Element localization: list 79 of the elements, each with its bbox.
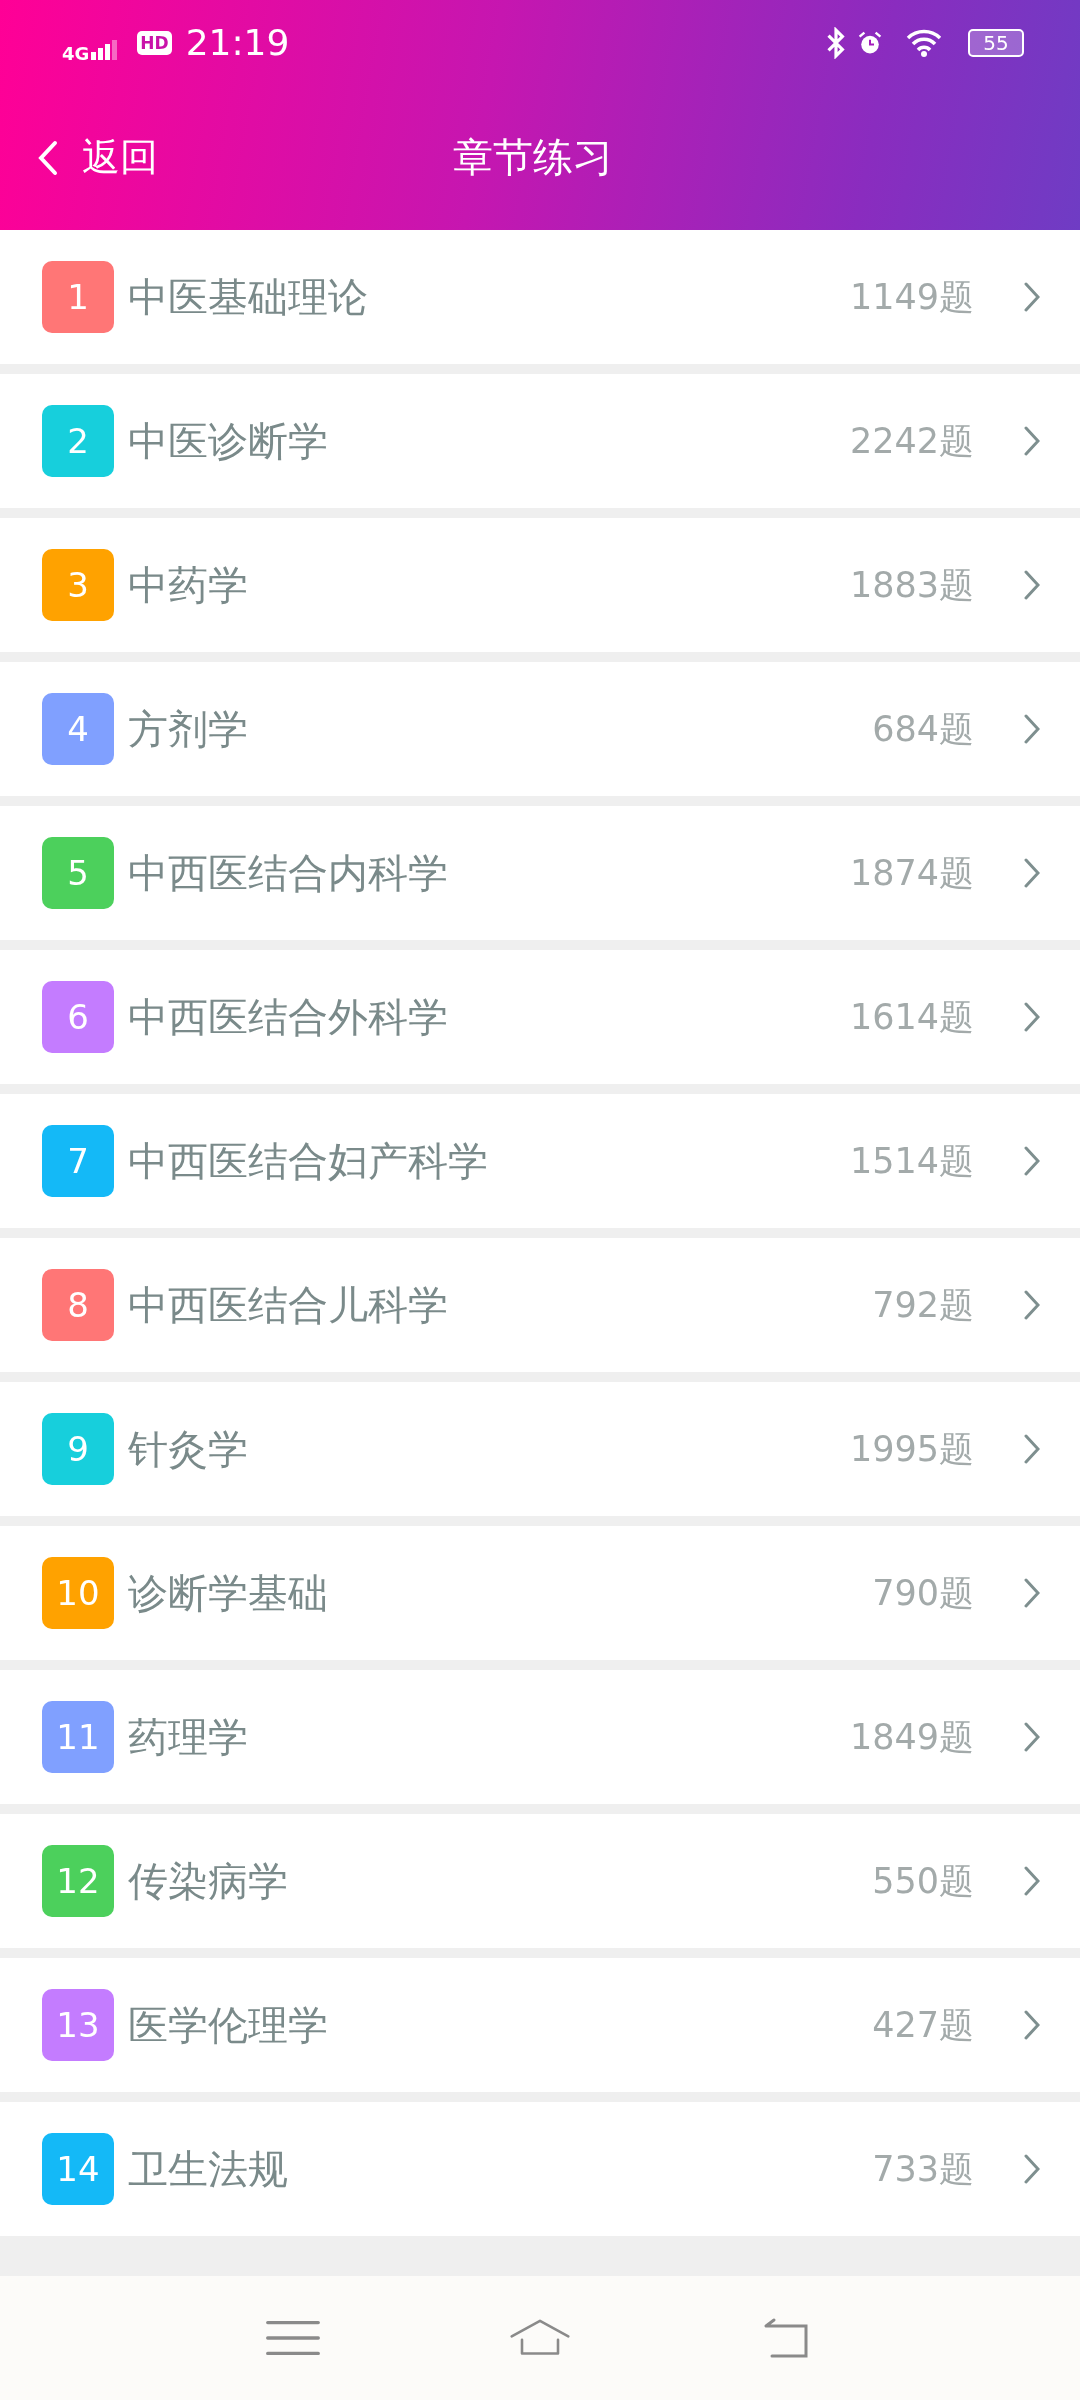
chevron-right-icon <box>1024 1290 1040 1320</box>
chapter-name: 中西医结合外科学 <box>128 992 449 1042</box>
chapter-number: 6 <box>42 981 114 1053</box>
question-count: 1514题 <box>849 1139 974 1183</box>
question-count: 792题 <box>872 1283 974 1327</box>
question-count: 733题 <box>872 2147 974 2191</box>
chapter-name: 方剂学 <box>128 704 249 754</box>
chapter-number: 14 <box>42 2133 114 2205</box>
chevron-right-icon <box>1024 570 1040 600</box>
chapter-item[interactable]: 11 药理学 1849题 <box>0 1670 1080 1804</box>
chapter-number: 5 <box>42 837 114 909</box>
chapter-item[interactable]: 3 中药学 1883题 <box>0 518 1080 652</box>
page-title: 章节练习 <box>453 133 613 182</box>
chapter-item[interactable]: 6 中西医结合外科学 1614题 <box>0 950 1080 1084</box>
chevron-right-icon <box>1024 1578 1040 1608</box>
clock-time: 21:19 <box>185 22 290 63</box>
chapter-name: 中医诊断学 <box>128 416 329 466</box>
network-label: 4G <box>62 43 90 64</box>
wifi-icon <box>906 28 942 57</box>
question-count: 427题 <box>872 2003 974 2047</box>
chapter-item[interactable]: 5 中西医结合内科学 1874题 <box>0 806 1080 940</box>
chapter-number: 2 <box>42 405 114 477</box>
question-count: 1149题 <box>849 275 974 319</box>
chapter-name: 药理学 <box>128 1712 249 1762</box>
chevron-right-icon <box>1024 1146 1040 1176</box>
chapter-number: 12 <box>42 1845 114 1917</box>
chapter-name: 中药学 <box>128 560 249 610</box>
hd-badge: HD <box>137 30 172 55</box>
chapter-number: 8 <box>42 1269 114 1341</box>
battery-indicator: 55 <box>968 28 1024 57</box>
chapter-number: 7 <box>42 1125 114 1197</box>
chapter-item[interactable]: 7 中西医结合妇产科学 1514题 <box>0 1094 1080 1228</box>
chapter-name: 卫生法规 <box>128 2144 289 2194</box>
chapter-item[interactable]: 2 中医诊断学 2242题 <box>0 374 1080 508</box>
chapter-number: 13 <box>42 1989 114 2061</box>
question-count: 1614题 <box>849 995 974 1039</box>
chevron-right-icon <box>1024 282 1040 312</box>
back-button[interactable]: 返回 <box>38 132 158 183</box>
back-icon <box>38 139 58 176</box>
chapter-number: 1 <box>42 261 114 333</box>
chapter-name: 医学伦理学 <box>128 2000 329 2050</box>
chevron-right-icon <box>1024 1866 1040 1896</box>
chapter-name: 针灸学 <box>128 1424 249 1474</box>
question-count: 1874题 <box>849 851 974 895</box>
chevron-right-icon <box>1024 714 1040 744</box>
chevron-right-icon <box>1024 1002 1040 1032</box>
question-count: 2242题 <box>849 419 974 463</box>
chapter-name: 中西医结合内科学 <box>128 848 449 898</box>
chevron-right-icon <box>1024 858 1040 888</box>
chevron-right-icon <box>1024 426 1040 456</box>
chapter-number: 3 <box>42 549 114 621</box>
chapter-item[interactable]: 12 传染病学 550题 <box>0 1814 1080 1948</box>
chapter-number: 9 <box>42 1413 114 1485</box>
question-count: 1995题 <box>849 1427 974 1471</box>
chapter-item[interactable]: 10 诊断学基础 790题 <box>0 1526 1080 1660</box>
chapter-item[interactable]: 4 方剂学 684题 <box>0 662 1080 796</box>
question-count: 1883题 <box>849 563 974 607</box>
chapter-number: 11 <box>42 1701 114 1773</box>
chapter-name: 中西医结合儿科学 <box>128 1280 449 1330</box>
chevron-right-icon <box>1024 2154 1040 2184</box>
question-count: 684题 <box>872 707 974 751</box>
chapter-number: 10 <box>42 1557 114 1629</box>
chapter-item[interactable]: 9 针灸学 1995题 <box>0 1382 1080 1516</box>
signal-icon <box>91 39 118 60</box>
chevron-right-icon <box>1024 1434 1040 1464</box>
chapter-name: 传染病学 <box>128 1856 289 1906</box>
chapter-name: 诊断学基础 <box>128 1568 329 1618</box>
chapter-item[interactable]: 14 卫生法规 733题 <box>0 2102 1080 2236</box>
chevron-right-icon <box>1024 2010 1040 2040</box>
chevron-right-icon <box>1024 1722 1040 1752</box>
question-count: 790题 <box>872 1571 974 1615</box>
chapter-item[interactable]: 8 中西医结合儿科学 792题 <box>0 1238 1080 1372</box>
chapter-name: 中西医结合妇产科学 <box>128 1136 489 1186</box>
chapter-item[interactable]: 1 中医基础理论 1149题 <box>0 230 1080 364</box>
chapter-number: 4 <box>42 693 114 765</box>
question-count: 1849题 <box>849 1715 974 1759</box>
question-count: 550题 <box>872 1859 974 1903</box>
chapter-item[interactable]: 13 医学伦理学 427题 <box>0 1958 1080 2092</box>
chapter-name: 中医基础理论 <box>128 272 369 322</box>
